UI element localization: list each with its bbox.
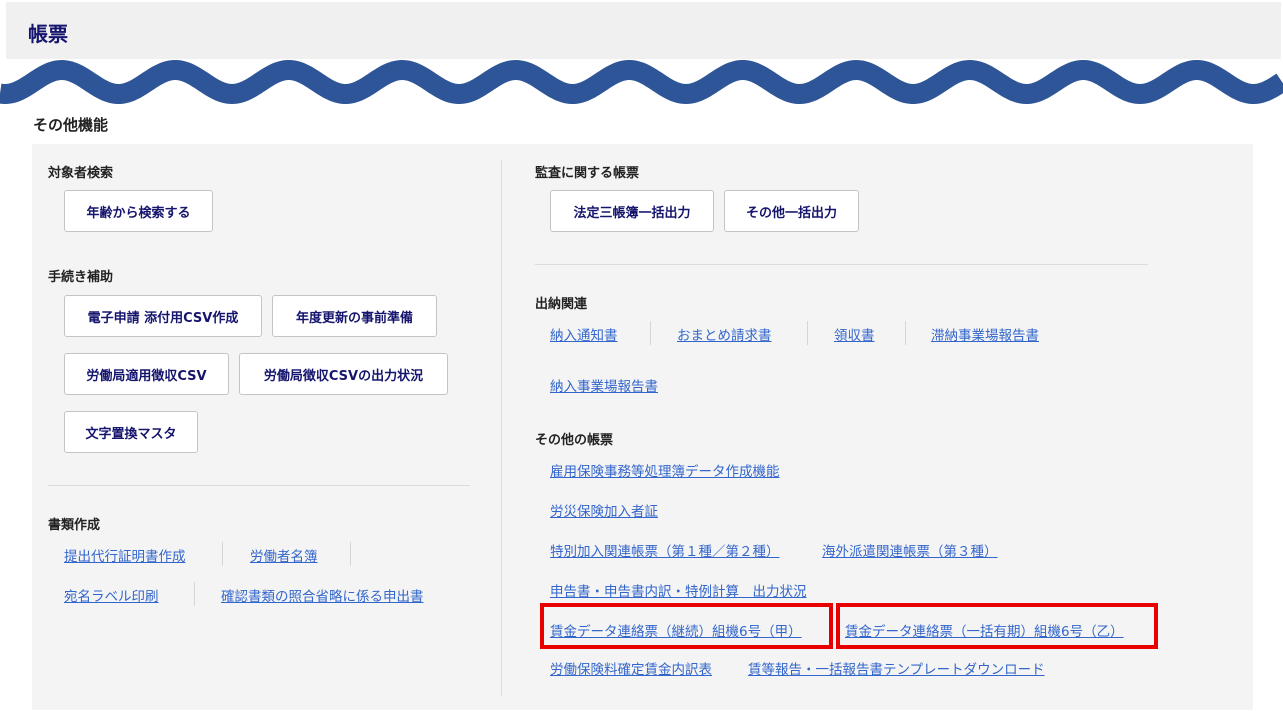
group-label-payment: 出納関連 <box>535 297 588 312</box>
payment-site-report-link[interactable]: 納入事業場報告書 <box>550 375 658 395</box>
left-divider <box>48 485 470 486</box>
link-separator <box>194 582 195 606</box>
group-label-document-creation: 書類作成 <box>48 518 101 533</box>
link-separator <box>222 542 223 566</box>
labor-bureau-csv-status-button[interactable]: 労働局徴収CSVの出力状況 <box>239 353 448 395</box>
group-label-procedure-support: 手続き補助 <box>48 270 114 285</box>
special-enrollment-forms-link[interactable]: 特別加入関連帳票（第１種／第２種） <box>550 540 780 560</box>
verification-omission-link[interactable]: 確認書類の照合省略に係る申出書 <box>221 585 424 605</box>
age-search-button[interactable]: 年齢から検索する <box>64 190 213 232</box>
section-title: その他機能 <box>33 116 109 134</box>
combined-invoice-link[interactable]: おまとめ請求書 <box>677 324 772 344</box>
link-separator <box>807 321 808 345</box>
e-application-csv-button[interactable]: 電子申請 添付用CSV作成 <box>64 295 262 337</box>
payment-notice-link[interactable]: 納入通知書 <box>550 324 618 344</box>
statutory-books-export-button[interactable]: 法定三帳簿一括出力 <box>550 190 714 232</box>
receipt-link[interactable]: 領収書 <box>834 324 875 344</box>
wage-data-continuous-link[interactable]: 賃金データ連絡票（継続）組機6号（甲） <box>550 620 802 640</box>
overseas-dispatch-forms-link[interactable]: 海外派遣関連帳票（第３種） <box>822 540 998 560</box>
declaration-output-status-link[interactable]: 申告書・申告書内訳・特例計算 出力状況 <box>550 580 807 600</box>
employment-insurance-data-link[interactable]: 雇用保険事務等処理簿データ作成機能 <box>550 460 780 480</box>
other-bulk-export-button[interactable]: その他一括出力 <box>724 190 859 232</box>
delinquent-report-link[interactable]: 滞納事業場報告書 <box>931 324 1039 344</box>
group-label-target-search: 対象者検索 <box>48 166 114 181</box>
page-header: 帳票 <box>6 2 1281 59</box>
group-label-audit: 監査に関する帳票 <box>535 166 640 181</box>
column-divider <box>501 160 502 696</box>
wage-data-fixed-term-link[interactable]: 賃金データ連絡票（一括有期）組機6号（乙） <box>845 620 1124 640</box>
workers-comp-certificate-link[interactable]: 労災保険加入者証 <box>550 500 658 520</box>
right-divider <box>535 264 1148 265</box>
worker-roster-link[interactable]: 労働者名簿 <box>250 545 318 565</box>
wave-divider <box>0 59 1283 105</box>
link-separator <box>650 321 651 345</box>
group-label-other-forms: その他の帳票 <box>535 433 614 448</box>
proxy-certificate-link[interactable]: 提出代行証明書作成 <box>64 545 186 565</box>
address-label-link[interactable]: 宛名ラベル印刷 <box>64 585 159 605</box>
page-title: 帳票 <box>28 22 68 46</box>
link-separator <box>905 321 906 345</box>
char-replace-master-button[interactable]: 文字置換マスタ <box>64 411 198 453</box>
annual-renewal-prep-button[interactable]: 年度更新の事前準備 <box>272 295 437 337</box>
labor-bureau-csv-button[interactable]: 労働局適用徴収CSV <box>64 353 229 395</box>
link-separator <box>350 542 351 566</box>
confirmed-wage-breakdown-link[interactable]: 労働保険料確定賃金内訳表 <box>550 658 712 678</box>
report-template-download-link[interactable]: 賃等報告・一括報告書テンプレートダウンロード <box>748 658 1045 678</box>
